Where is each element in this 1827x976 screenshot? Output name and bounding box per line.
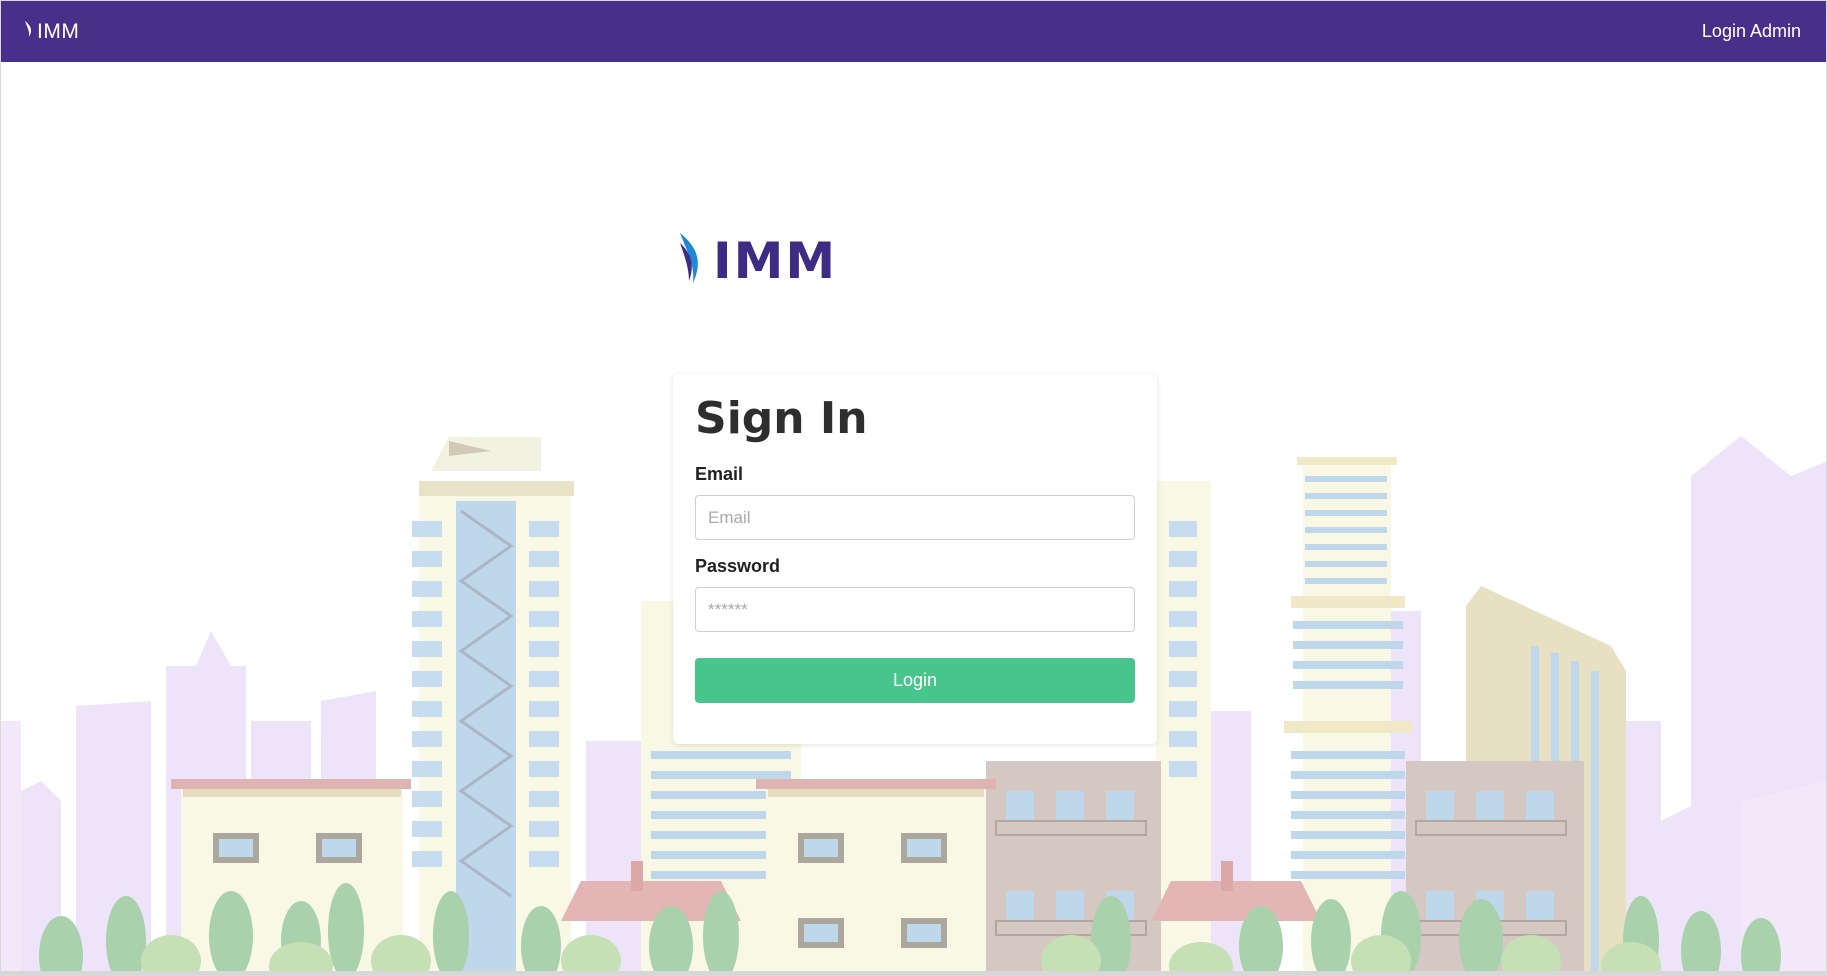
login-page: IMM Login Admin IMM Sign In Email Passwo… xyxy=(0,0,1827,976)
top-navbar: IMM Login Admin xyxy=(1,1,1826,62)
password-input[interactable] xyxy=(695,587,1135,633)
brand-logo-text: IMM xyxy=(713,231,838,290)
imm-leaf-logo-icon xyxy=(23,20,35,43)
email-input[interactable] xyxy=(695,495,1135,541)
signin-card: Sign In Email Password Login xyxy=(673,374,1157,744)
login-button[interactable]: Login xyxy=(695,658,1135,704)
nav-logo-text: IMM xyxy=(37,19,80,43)
imm-leaf-logo-icon xyxy=(677,231,705,290)
login-admin-link[interactable]: Login Admin xyxy=(1702,21,1801,42)
email-label: Email xyxy=(695,464,744,485)
brand-logo: IMM xyxy=(677,231,837,290)
password-label: Password xyxy=(695,556,781,577)
nav-logo[interactable]: IMM xyxy=(23,20,79,44)
signin-title: Sign In xyxy=(695,393,868,444)
